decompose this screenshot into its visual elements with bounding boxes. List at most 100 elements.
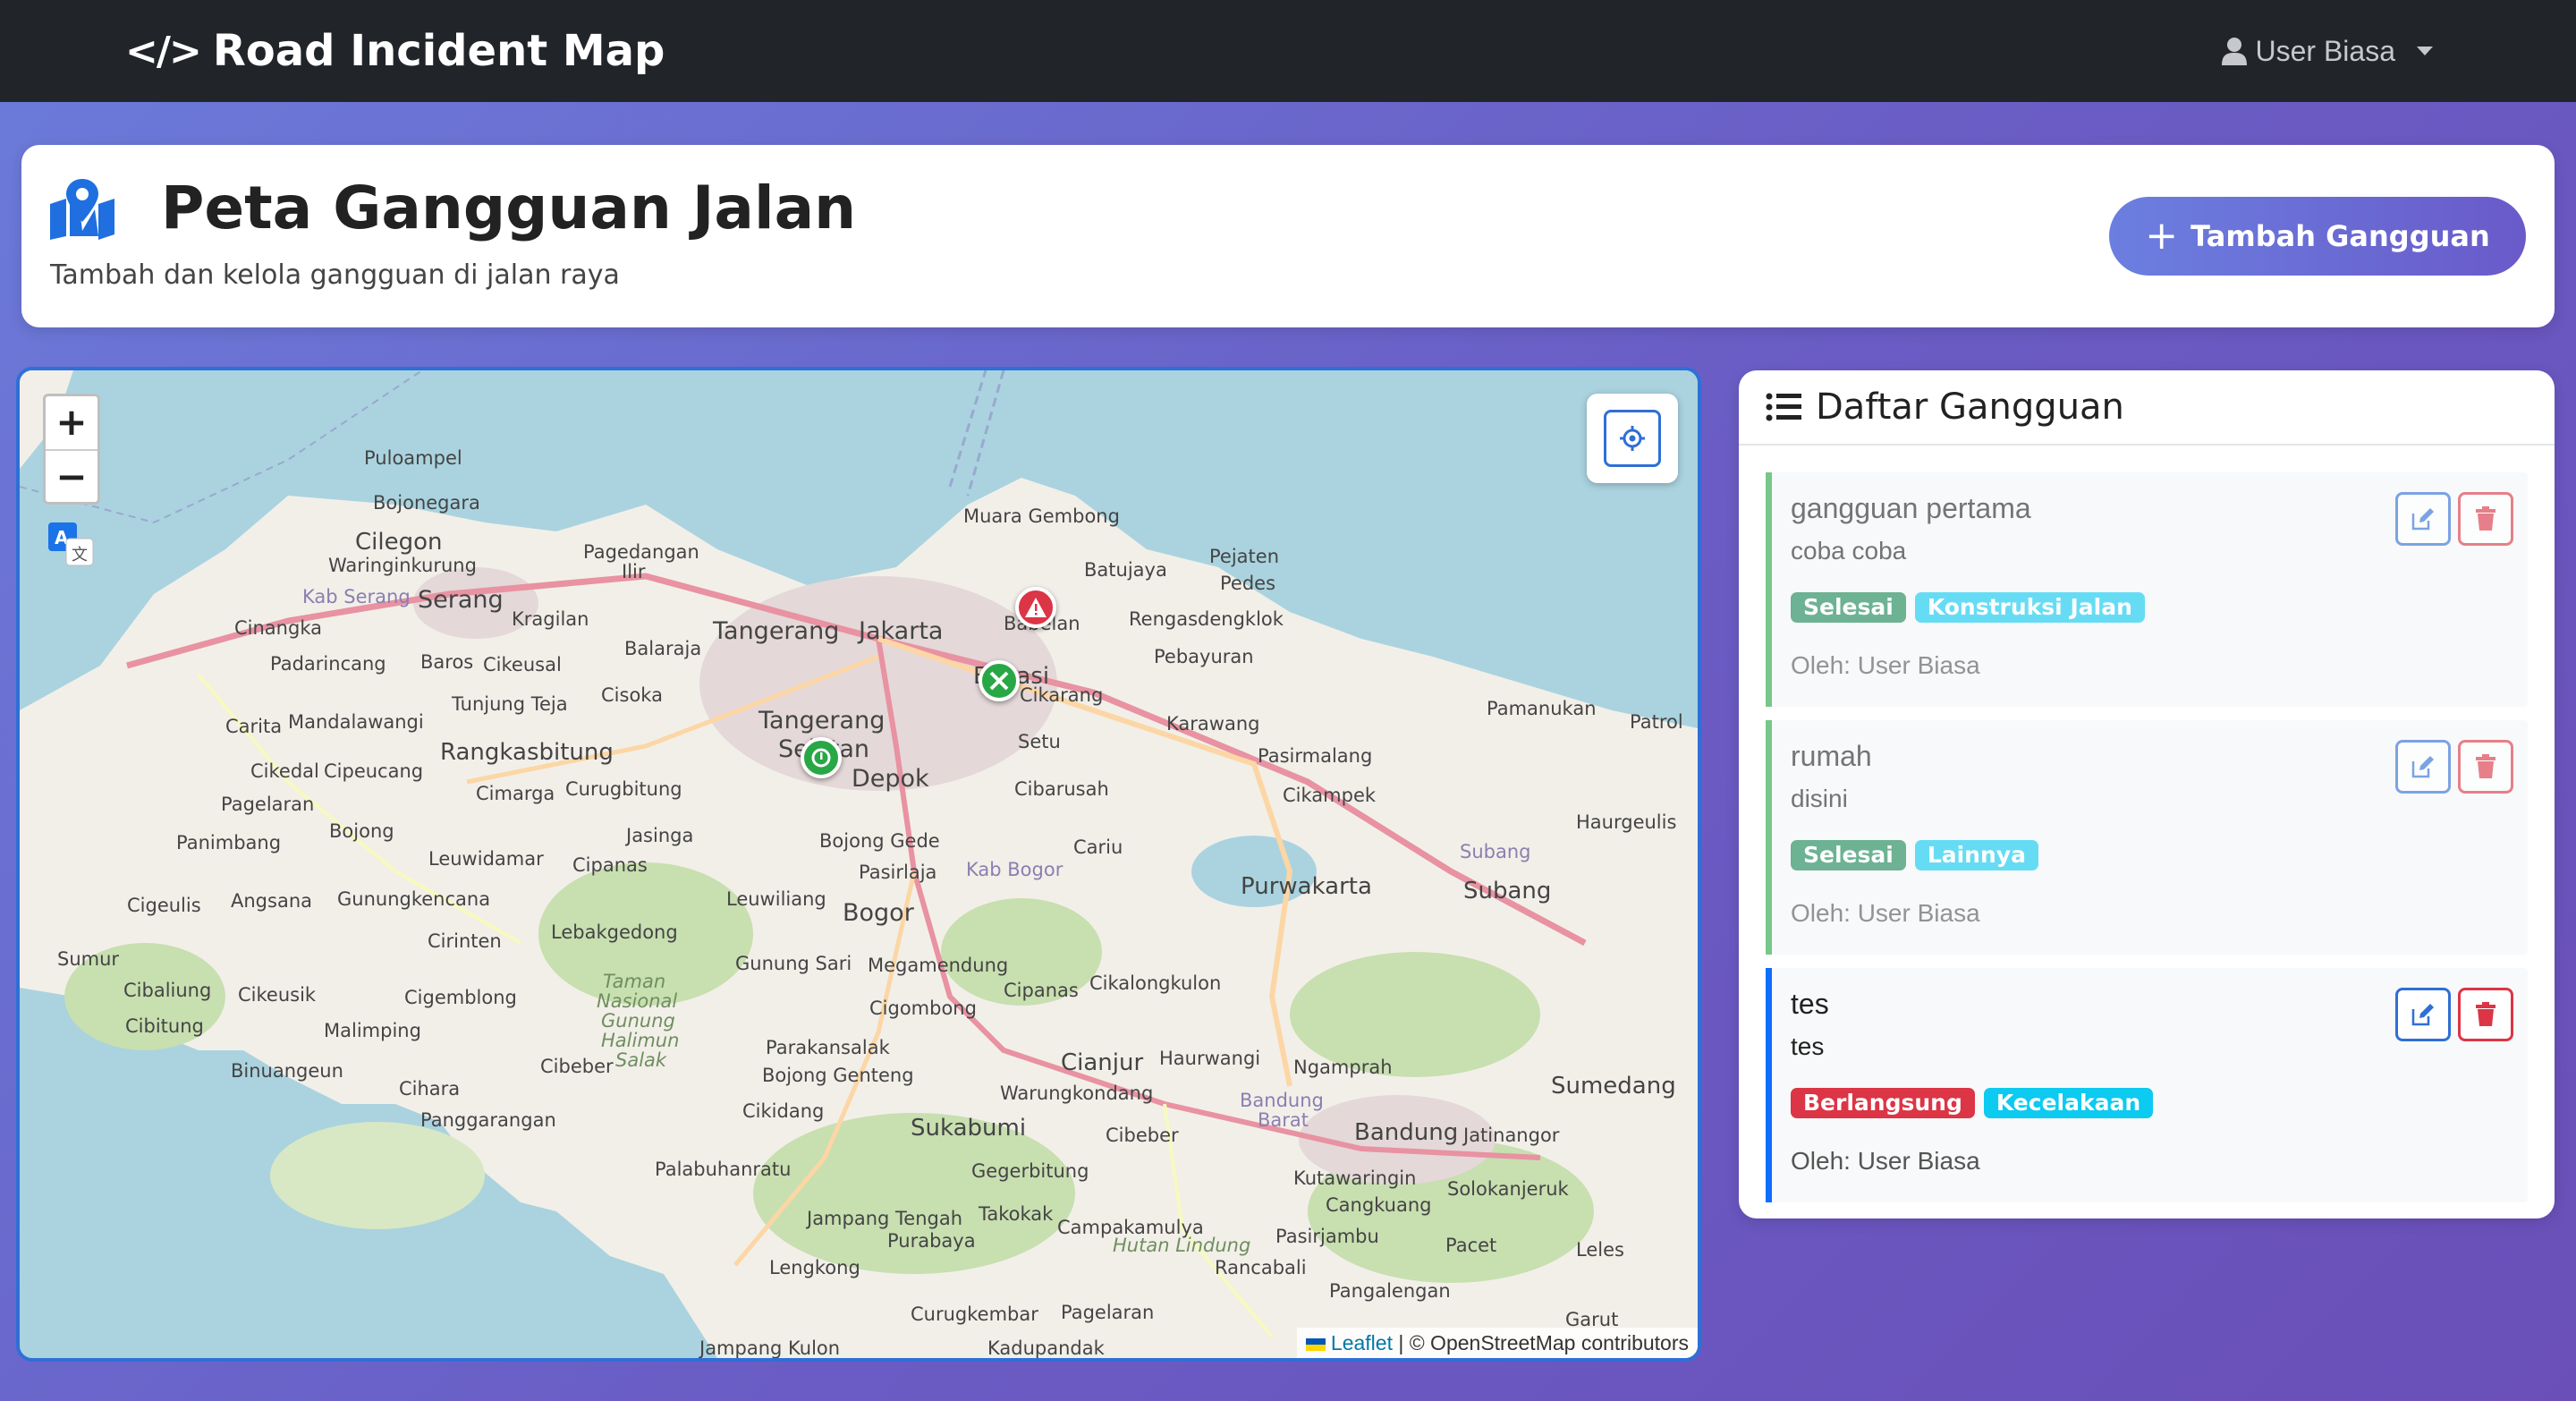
zoom-in-button[interactable]: + <box>46 396 97 449</box>
svg-text:Haurgeulis: Haurgeulis <box>1576 811 1676 833</box>
ukraine-flag-icon <box>1305 1337 1326 1351</box>
svg-text:Barat: Barat <box>1258 1109 1309 1131</box>
incident-status-bar <box>1766 720 1772 955</box>
incident-marker-other[interactable] <box>801 737 842 778</box>
svg-text:Palabuhanratu: Palabuhanratu <box>655 1159 791 1180</box>
svg-text:Tangerang: Tangerang <box>758 707 885 734</box>
svg-text:Gegerbitung: Gegerbitung <box>971 1160 1089 1182</box>
svg-text:Cangkuang: Cangkuang <box>1326 1194 1432 1216</box>
svg-text:Pagedangan: Pagedangan <box>583 541 699 563</box>
svg-text:Gunungkencana: Gunungkencana <box>337 888 490 910</box>
svg-text:Binuangeun: Binuangeun <box>231 1060 343 1082</box>
svg-text:Puloampel: Puloampel <box>364 447 462 469</box>
svg-text:Tangerang: Tangerang <box>712 617 839 645</box>
svg-text:Cariu: Cariu <box>1073 836 1123 858</box>
incident-list-panel: Daftar Gangguan gangguan pertama coba co… <box>1739 370 2555 1218</box>
incident-author: Oleh: User Biasa <box>1791 651 1980 679</box>
svg-text:Tunjung Teja: Tunjung Teja <box>451 693 568 715</box>
delete-button[interactable] <box>2458 492 2513 546</box>
svg-text:Cikarang: Cikarang <box>1020 684 1103 706</box>
zoom-control: + − <box>43 394 100 505</box>
locate-button[interactable] <box>1587 394 1678 483</box>
svg-text:Cipanas: Cipanas <box>1004 980 1079 1001</box>
svg-text:Pagelaran: Pagelaran <box>1061 1302 1154 1323</box>
incident-status-bar <box>1766 472 1772 707</box>
svg-text:Halimun: Halimun <box>601 1030 679 1051</box>
svg-text:Cihara: Cihara <box>399 1078 460 1100</box>
svg-text:Sumur: Sumur <box>57 948 119 970</box>
svg-text:Pejaten: Pejaten <box>1209 546 1279 567</box>
svg-text:Kragilan: Kragilan <box>512 608 589 630</box>
svg-text:Cikeusik: Cikeusik <box>238 984 317 1006</box>
svg-text:Warungkondang: Warungkondang <box>1000 1083 1153 1104</box>
svg-text:Rengasdengklok: Rengasdengklok <box>1129 608 1284 630</box>
translate-icon[interactable]: A 文 <box>47 521 95 569</box>
svg-text:Jampang Kulon: Jampang Kulon <box>698 1337 840 1358</box>
svg-text:Waringinkurung: Waringinkurung <box>328 555 477 576</box>
incident-description: tes <box>1791 1032 1825 1060</box>
svg-text:Patrol: Patrol <box>1630 711 1683 733</box>
svg-text:Pangalengan: Pangalengan <box>1329 1280 1451 1302</box>
code-icon: </> <box>125 28 202 74</box>
svg-text:Lengkong: Lengkong <box>769 1257 860 1278</box>
svg-text:Pamanukan: Pamanukan <box>1487 698 1597 719</box>
incident-list-header: Daftar Gangguan <box>1739 370 2555 446</box>
leaflet-link[interactable]: Leaflet <box>1331 1331 1393 1354</box>
incident-item[interactable]: rumah disini Selesai Lainnya Oleh: User … <box>1766 720 2528 955</box>
zoom-out-button[interactable]: − <box>46 449 97 502</box>
svg-text:Cikedal: Cikedal <box>250 760 319 782</box>
edit-button[interactable] <box>2395 740 2451 794</box>
svg-text:Leuwidamar: Leuwidamar <box>428 848 544 870</box>
map-tiles[interactable]: Puloampel Bojonegara Cilegon Waringinkur… <box>20 370 1698 1358</box>
osm-attribution: | © OpenStreetMap contributors <box>1398 1331 1689 1354</box>
svg-text:Purabaya: Purabaya <box>887 1230 976 1252</box>
svg-text:Parakansalak: Parakansalak <box>766 1037 891 1058</box>
incident-item[interactable]: gangguan pertama coba coba Selesai Konst… <box>1766 472 2528 707</box>
chevron-down-icon <box>2417 47 2433 55</box>
svg-text:Cirinten: Cirinten <box>428 930 502 952</box>
incident-marker-construction[interactable] <box>979 660 1020 701</box>
user-icon <box>2221 38 2247 65</box>
incident-author: Oleh: User Biasa <box>1791 1147 1980 1175</box>
svg-text:Salak: Salak <box>615 1049 667 1071</box>
svg-text:Cibeber: Cibeber <box>540 1056 614 1077</box>
svg-text:Solokanjeruk: Solokanjeruk <box>1447 1178 1570 1200</box>
delete-button[interactable] <box>2458 988 2513 1041</box>
delete-button[interactable] <box>2458 740 2513 794</box>
svg-text:Ilir: Ilir <box>622 561 646 582</box>
svg-text:Leles: Leles <box>1576 1239 1624 1261</box>
svg-text:文: 文 <box>72 546 88 565</box>
edit-icon <box>2411 756 2434 778</box>
svg-text:Bojong: Bojong <box>329 820 394 842</box>
svg-text:Rancabali: Rancabali <box>1215 1257 1307 1278</box>
svg-text:Gunung: Gunung <box>601 1010 675 1032</box>
svg-text:Cikeusal: Cikeusal <box>483 654 562 675</box>
svg-text:Purwakarta: Purwakarta <box>1241 873 1372 900</box>
svg-text:Cimarga: Cimarga <box>476 783 555 804</box>
edit-button[interactable] <box>2395 492 2451 546</box>
add-incident-label: Tambah Gangguan <box>2190 219 2490 253</box>
svg-text:Pedes: Pedes <box>1220 573 1275 594</box>
svg-text:Pasirjambu: Pasirjambu <box>1275 1226 1379 1247</box>
incident-title: gangguan pertama <box>1791 492 2031 524</box>
svg-text:Cigombong: Cigombong <box>869 998 977 1019</box>
svg-text:Kab Serang: Kab Serang <box>302 586 411 607</box>
svg-text:Jakarta: Jakarta <box>857 617 943 645</box>
incident-author: Oleh: User Biasa <box>1791 899 1980 927</box>
user-dropdown[interactable]: User Biasa <box>2221 0 2433 102</box>
map-container[interactable]: Puloampel Bojonegara Cilegon Waringinkur… <box>16 367 1701 1362</box>
brand-link[interactable]: </> Road Incident Map <box>125 0 665 102</box>
svg-text:Batujaya: Batujaya <box>1084 559 1167 581</box>
add-incident-button[interactable]: + Tambah Gangguan <box>2109 197 2526 276</box>
incident-marker-accident[interactable] <box>1015 587 1056 628</box>
incident-item[interactable]: tes tes Berlangsung Kecelakaan Oleh: Use… <box>1766 968 2528 1202</box>
svg-text:Cibeber: Cibeber <box>1106 1125 1179 1146</box>
page-title: Peta Gangguan Jalan <box>161 174 857 242</box>
svg-text:Cibaliung: Cibaliung <box>123 980 211 1001</box>
status-badge: Selesai <box>1791 592 1906 623</box>
svg-text:Bandung: Bandung <box>1240 1090 1324 1111</box>
trash-icon <box>2476 506 2496 531</box>
svg-text:Kab Bogor: Kab Bogor <box>966 859 1063 880</box>
edit-button[interactable] <box>2395 988 2451 1041</box>
navbar: </> Road Incident Map User Biasa <box>0 0 2576 102</box>
